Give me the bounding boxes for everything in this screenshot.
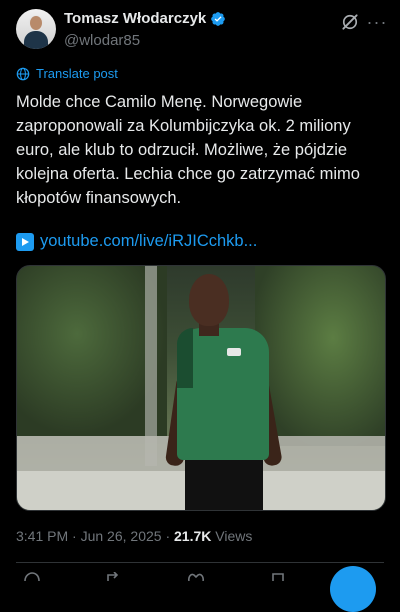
more-icon[interactable]: ··· xyxy=(366,12,388,32)
repost-icon[interactable] xyxy=(104,572,124,581)
divider xyxy=(16,562,384,563)
meta-separator: · xyxy=(72,528,77,544)
tweet-media-image[interactable] xyxy=(16,265,386,511)
author-name-row: Tomasz Włodarczyk xyxy=(64,10,226,27)
grok-icon[interactable] xyxy=(340,12,360,32)
tweet-link-row[interactable]: youtube.com/live/iRJICchkb... xyxy=(16,232,257,251)
tweet-date[interactable]: Jun 26, 2025 xyxy=(81,528,162,544)
player-shirt xyxy=(177,328,269,460)
youtube-link[interactable]: youtube.com/live/iRJICchkb... xyxy=(40,232,257,251)
tweet-text: Molde chce Camilo Menę. Norwegowie zapro… xyxy=(16,93,365,207)
shirt-badge xyxy=(227,348,241,356)
tweet-header: Tomasz Włodarczyk @wlodar85 ··· xyxy=(0,0,400,60)
avatar-head xyxy=(30,16,42,30)
player-head xyxy=(189,274,229,326)
tweet-meta: 3:41 PM · Jun 26, 2025 · 21.7K Views xyxy=(16,528,252,544)
tweet-time[interactable]: 3:41 PM xyxy=(16,528,68,544)
shirt-stripe xyxy=(177,328,193,388)
verified-badge-icon xyxy=(211,11,226,26)
like-icon[interactable] xyxy=(186,572,206,581)
author-name[interactable]: Tomasz Włodarczyk xyxy=(64,10,206,27)
compose-button[interactable] xyxy=(330,566,376,612)
translate-post[interactable]: Translate post xyxy=(16,66,118,81)
avatar[interactable] xyxy=(16,9,56,49)
meta-separator: · xyxy=(165,528,171,544)
bookmark-icon[interactable] xyxy=(268,572,288,581)
translate-label[interactable]: Translate post xyxy=(36,66,118,81)
globe-icon xyxy=(16,67,30,80)
author-handle[interactable]: @wlodar85 xyxy=(64,32,140,49)
views-count: 21.7K xyxy=(174,528,212,544)
reply-icon[interactable] xyxy=(22,572,42,581)
avatar-body xyxy=(24,31,48,49)
views-label: Views xyxy=(215,528,253,544)
play-button-icon xyxy=(16,232,34,251)
player-shorts xyxy=(185,460,263,510)
